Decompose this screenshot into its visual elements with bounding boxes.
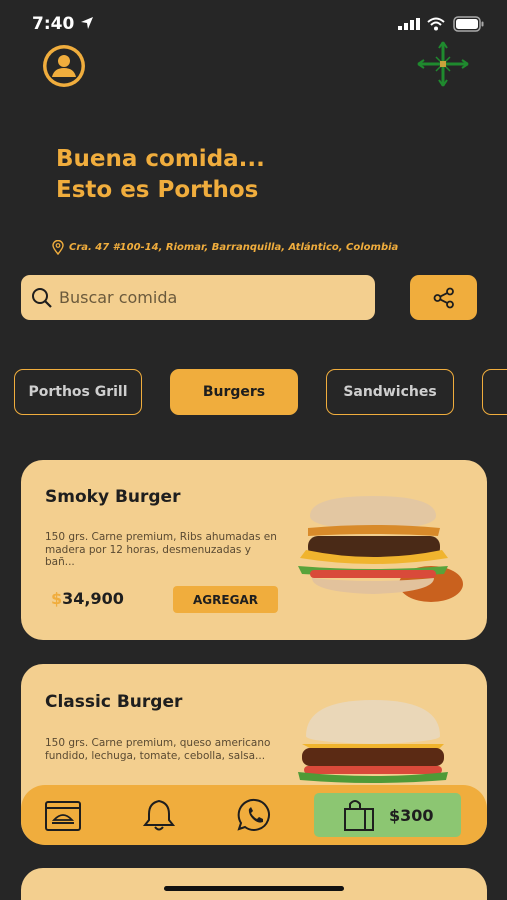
headline-line1: Buena comida... [56,146,265,172]
tab-next-category[interactable] [482,369,507,415]
product-description: 150 grs. Carne premium, Ribs ahumadas en… [45,531,277,568]
address-text: Cra. 47 #100-14, Riomar, Barranquilla, A… [69,242,399,253]
menu-icon[interactable] [44,798,82,832]
share-button[interactable] [410,275,477,320]
cart-button[interactable]: $300 [314,793,461,837]
search-icon [32,287,52,308]
add-to-cart-button[interactable]: AGREGAR [173,586,278,613]
user-icon [43,45,85,87]
search-box[interactable] [21,275,375,320]
bell-icon[interactable] [140,798,178,832]
search-input[interactable] [59,288,359,307]
headline-line2: Esto es Porthos [56,177,259,203]
headline: Buena comida... Esto es Porthos [56,144,265,206]
tab-porthos-grill[interactable]: Porthos Grill [14,369,142,415]
product-name: Smoky Burger [45,487,181,507]
wifi-icon [427,17,445,31]
battery-icon [453,16,484,32]
share-icon [433,287,454,308]
address[interactable]: Cra. 47 #100-14, Riomar, Barranquilla, A… [52,240,398,255]
location-pin-icon [52,240,64,255]
smoky-burger-image [298,496,463,602]
bottom-nav: $300 [21,785,487,845]
product-card-smoky-burger[interactable]: Smoky Burger 150 grs. Carne premium, Rib… [21,460,487,640]
product-name: Classic Burger [45,692,183,712]
product-card-partial[interactable] [21,868,487,900]
product-description: 150 grs. Carne premium, queso americano … [45,737,271,762]
signal-icon [398,18,420,30]
price-currency: $ [51,589,63,608]
tab-sandwiches[interactable]: Sandwiches [326,369,454,415]
status-time: 7:40 [32,14,75,34]
whatsapp-icon[interactable] [236,798,274,832]
home-indicator [164,886,344,891]
cross-logo-icon [417,41,469,87]
profile-avatar-button[interactable] [39,44,89,88]
product-price: $34,900 [51,589,124,608]
location-arrow-icon [81,17,93,29]
cart-total: $300 [389,805,434,825]
tab-burgers[interactable]: Burgers [170,369,298,415]
shopping-bag-icon [344,800,374,831]
price-value: 34,900 [62,589,124,608]
classic-burger-image [298,700,448,783]
porthos-logo [414,40,472,88]
